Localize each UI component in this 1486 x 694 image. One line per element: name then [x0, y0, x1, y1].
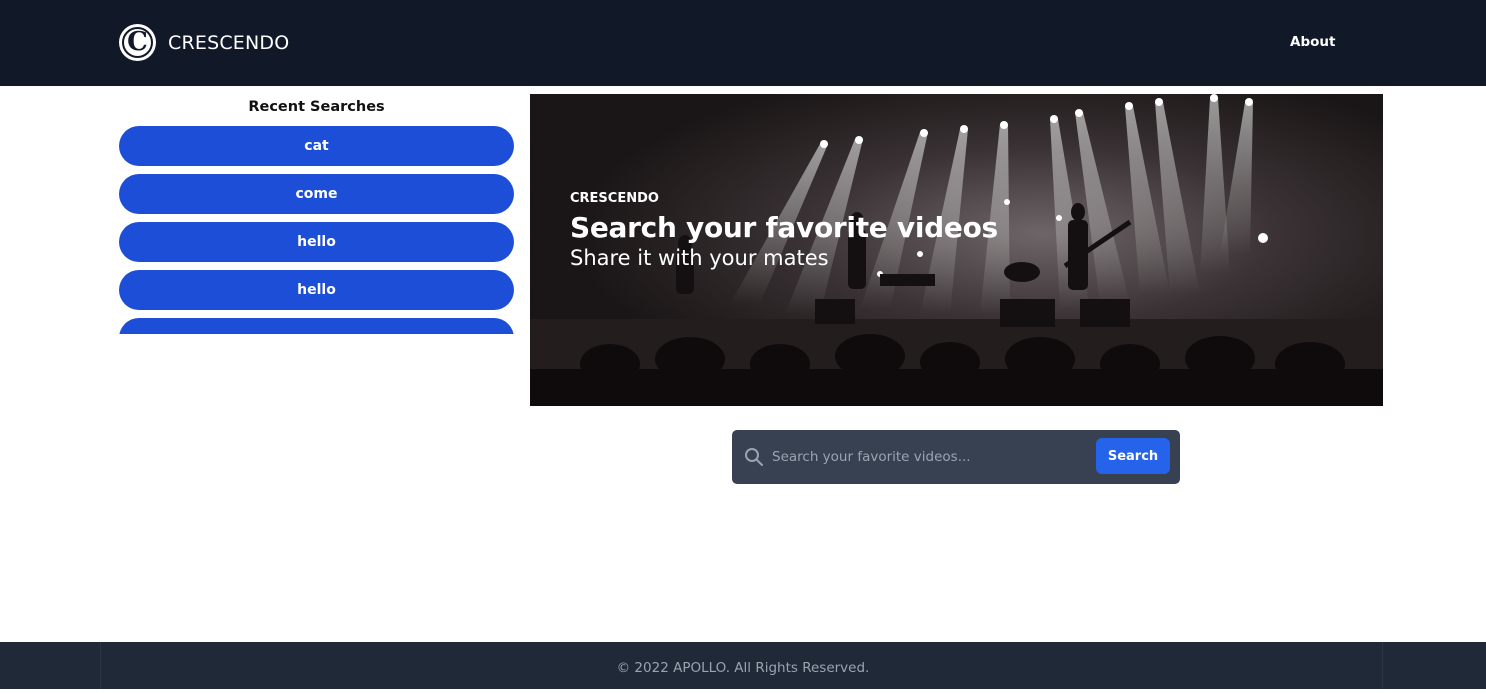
footer-copyright: © 2022 APOLLO. All Rights Reserved. [616, 660, 870, 676]
logo-letter: C [127, 27, 148, 57]
recent-search-item[interactable]: hello [119, 270, 514, 310]
recent-searches-list: cat come hello hello [119, 126, 514, 334]
search-button[interactable]: Search [1096, 438, 1170, 474]
hero-title: Search your favorite videos [570, 211, 998, 244]
search-bar: Search [732, 430, 1180, 484]
recent-search-item[interactable]: come [119, 174, 514, 214]
crescendo-logo-icon[interactable]: C [119, 24, 156, 61]
top-navbar: C CRESCENDO About [0, 0, 1486, 86]
recent-search-item[interactable]: cat [119, 126, 514, 166]
hero-banner: CRESCENDO Search your favorite videos Sh… [530, 94, 1383, 406]
footer: © 2022 APOLLO. All Rights Reserved. [0, 642, 1486, 689]
recent-search-item[interactable] [119, 318, 514, 334]
recent-searches-title: Recent Searches [248, 99, 385, 115]
nav-link-about[interactable]: About [1290, 32, 1335, 52]
hero-subtitle: Share it with your mates [570, 246, 829, 270]
recent-search-item[interactable]: hello [119, 222, 514, 262]
brand-name[interactable]: CRESCENDO [168, 30, 289, 56]
hero-eyebrow: CRESCENDO [570, 191, 659, 206]
search-input[interactable] [772, 442, 1072, 472]
search-icon [744, 447, 764, 471]
